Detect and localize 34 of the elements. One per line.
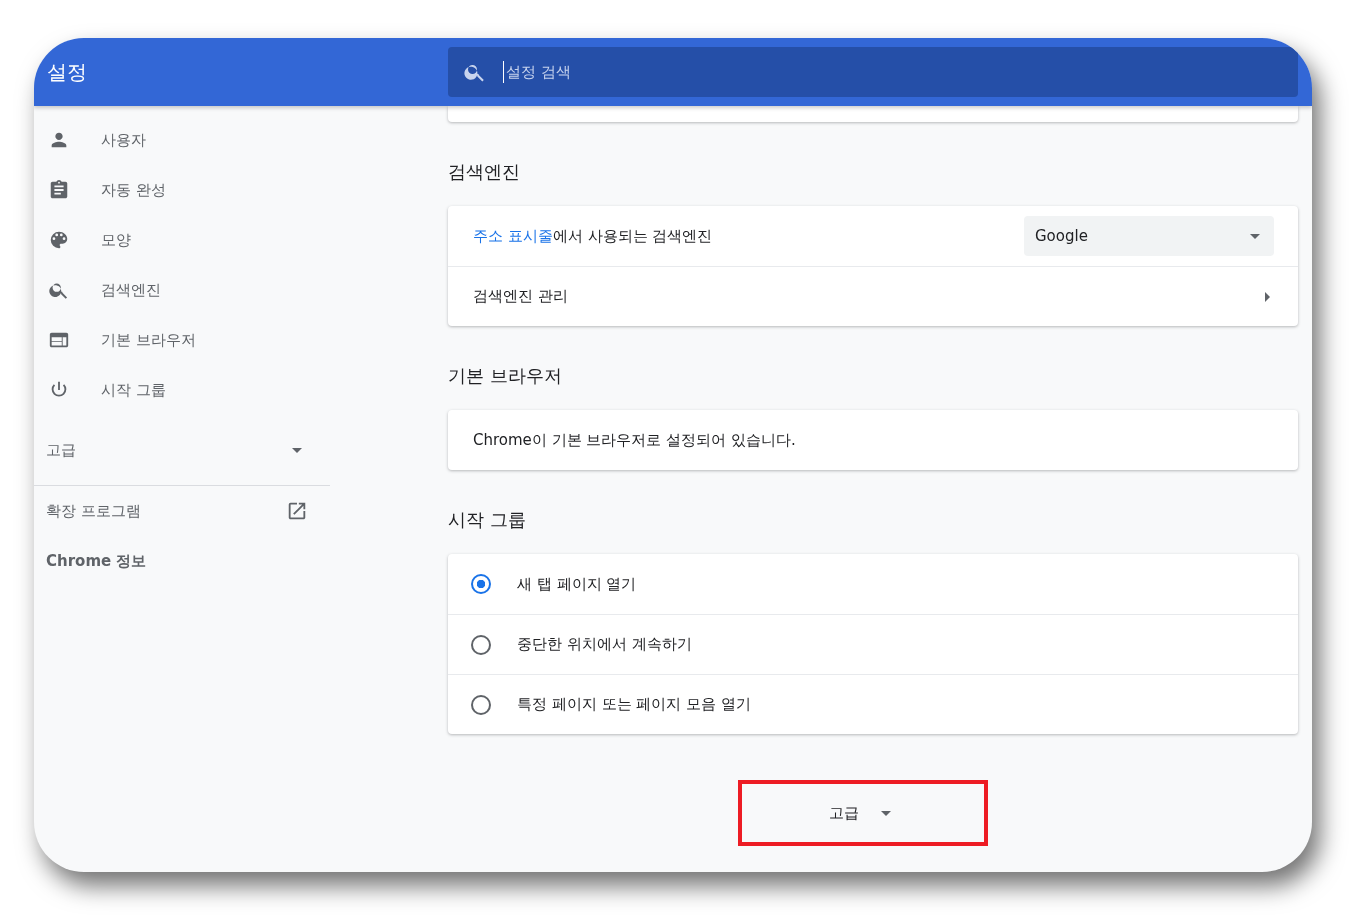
sidebar-item[interactable]: 시작 그룹 [34, 365, 330, 415]
sidebar-item[interactable]: 검색엔진 [34, 265, 330, 315]
sidebar-item[interactable]: 모양 [34, 215, 330, 265]
caret-icon [292, 447, 302, 453]
caret-icon [1250, 233, 1260, 239]
sidebar-link[interactable]: Chrome 정보 [34, 536, 330, 586]
radio-button[interactable] [471, 574, 491, 594]
section-title: 기본 브라우저 [448, 364, 562, 388]
chevron-right-icon [1265, 291, 1270, 302]
search-field[interactable]: 설정 검색 [448, 47, 1298, 97]
sidebar-item[interactable]: 자동 완성 [34, 165, 330, 215]
external-link-icon [286, 500, 308, 522]
section-title: 시작 그룹 [448, 508, 526, 532]
sidebar-item[interactable]: 사용자 [34, 115, 330, 165]
radio-label: 특정 페이지 또는 페이지 모음 열기 [517, 695, 751, 714]
sidebar-item[interactable]: 기본 브라우저 [34, 315, 330, 365]
section-title: 검색엔진 [448, 160, 520, 184]
setting-label: 주소 표시줄에서 사용되는 검색엔진 [473, 226, 713, 246]
palette-icon [48, 229, 70, 251]
radio-button[interactable] [471, 694, 491, 715]
radio-label: 중단한 위치에서 계속하기 [517, 635, 692, 654]
status-text: Chrome이 기본 브라우저로 설정되어 있습니다. [473, 430, 796, 450]
radio-label: 새 탭 페이지 열기 [517, 574, 637, 594]
search-input[interactable]: 설정 검색 [503, 61, 1298, 83]
radio-button[interactable] [471, 634, 491, 655]
sidebar-link[interactable]: 확장 프로그램 [34, 486, 330, 536]
manage-search-engines-row[interactable]: 검색엔진 관리 [448, 266, 1298, 326]
caret-icon [881, 810, 891, 816]
advanced-button[interactable]: 고급 [817, 795, 909, 831]
clipboard-icon [48, 179, 70, 201]
search-engine-dropdown[interactable]: Google [1024, 216, 1274, 256]
address-bar-link[interactable]: 주소 표시줄 [473, 226, 553, 245]
page-title: 설정 [46, 58, 88, 86]
advanced-toggle[interactable]: 고급 [34, 425, 330, 475]
